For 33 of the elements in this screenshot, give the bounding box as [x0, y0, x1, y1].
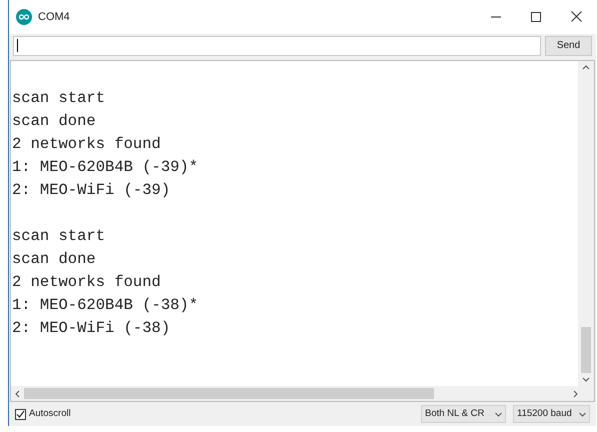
output-line: 1: MEO-620B4B (-39)*	[12, 156, 200, 178]
caret-icon	[495, 412, 502, 417]
output-line: scan start	[12, 88, 106, 109]
output-line: 2 networks found	[12, 134, 162, 155]
scroll-right-icon[interactable]	[573, 390, 579, 398]
scroll-left-icon[interactable]	[14, 390, 20, 398]
output-line: 2: MEO-WiFi (-39)	[12, 180, 172, 201]
output-line: scan done	[12, 248, 97, 270]
horizontal-scrollbar[interactable]	[11, 386, 594, 402]
check-icon	[16, 410, 25, 419]
baud-rate-value: 115200 baud	[517, 406, 572, 421]
scroll-down-icon[interactable]	[582, 377, 590, 384]
send-button[interactable]: Send	[545, 36, 592, 56]
vertical-scrollbar[interactable]	[578, 60, 594, 386]
scrollbar-thumb[interactable]	[581, 327, 591, 374]
scroll-up-icon[interactable]	[582, 64, 590, 70]
line-ending-dropdown[interactable]: Both NL & CR	[421, 405, 506, 424]
autoscroll-label: Autoscroll	[29, 406, 71, 421]
line-ending-value: Both NL & CR	[425, 406, 484, 421]
maximize-icon[interactable]	[531, 12, 541, 22]
output-line: scan done	[12, 110, 97, 132]
app-logo-icon	[16, 8, 32, 25]
close-icon[interactable]	[571, 11, 582, 22]
autoscroll-checkbox[interactable]	[15, 408, 26, 420]
caret-icon	[579, 412, 586, 417]
baud-rate-dropdown[interactable]: 115200 baud	[513, 405, 590, 424]
message-input[interactable]	[13, 36, 541, 56]
window-title: COM4	[38, 10, 70, 25]
scrollbar-thumb[interactable]	[24, 388, 434, 400]
output-line: 1: MEO-620B4B (-38)*	[12, 294, 200, 316]
output-line: 2 networks found	[12, 272, 162, 293]
output-line: scan start	[12, 226, 106, 247]
output-line: 2: MEO-WiFi (-38)	[12, 318, 172, 339]
